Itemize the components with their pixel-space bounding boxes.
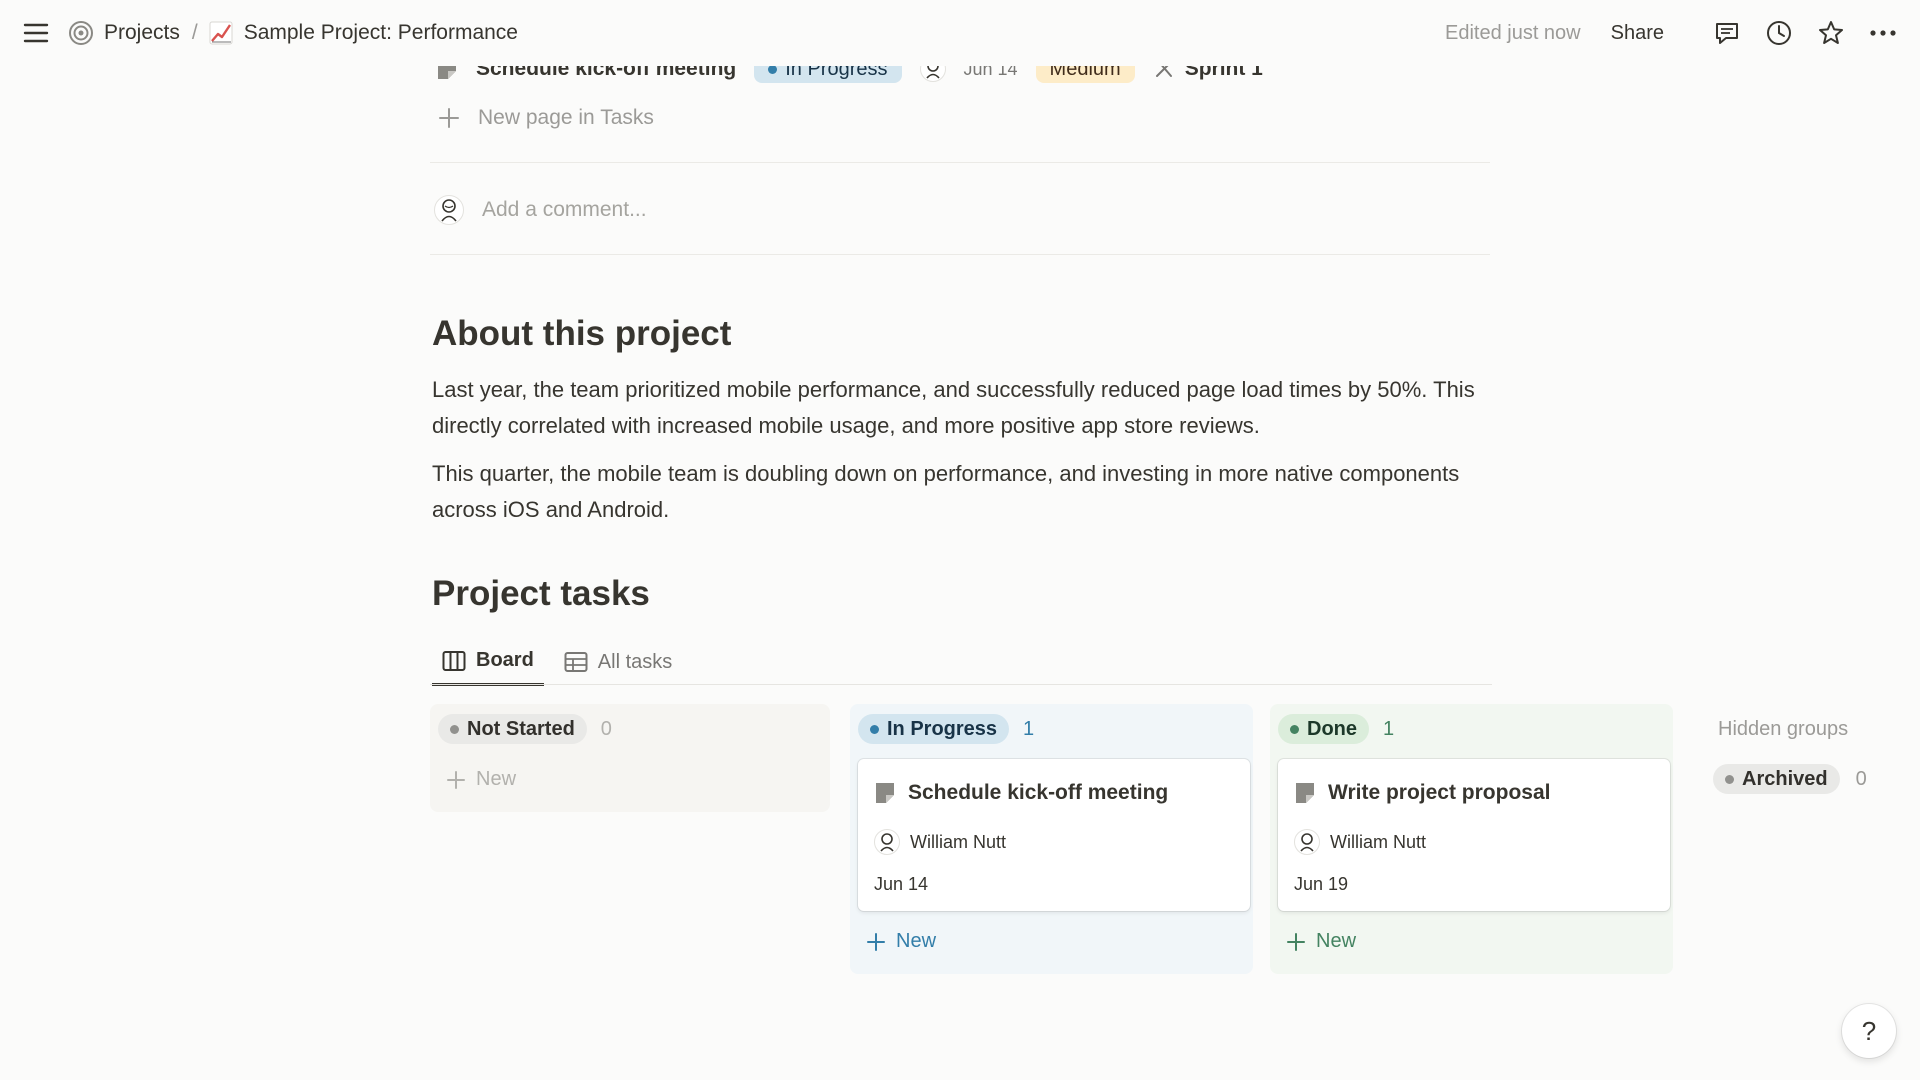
new-label: New — [896, 930, 937, 952]
about-paragraph-1: Last year, the team prioritized mobile p… — [432, 377, 1475, 438]
new-card-button[interactable]: New — [1286, 930, 1356, 953]
card-date: Jun 19 — [1294, 874, 1349, 894]
view-tabs: Board All tasks — [432, 638, 682, 686]
tab-board[interactable]: Board — [432, 638, 544, 686]
target-icon — [68, 20, 94, 46]
new-label: New — [1316, 930, 1357, 952]
plus-icon — [446, 770, 466, 790]
new-page-label: New page in Tasks — [478, 106, 654, 129]
divider — [430, 254, 1490, 255]
group-label: Not Started — [467, 717, 575, 740]
card-title-text: Schedule kick-off meeting — [908, 781, 1169, 804]
divider — [430, 162, 1490, 163]
tabs-divider — [430, 684, 1492, 685]
sidebar-menu-icon[interactable] — [22, 21, 50, 45]
group-label: Archived — [1742, 767, 1828, 790]
group-label: Done — [1307, 717, 1357, 740]
table-icon — [564, 651, 588, 673]
help-button[interactable]: ? — [1842, 1004, 1896, 1058]
history-clock-icon[interactable] — [1764, 18, 1794, 48]
page-icon — [1294, 781, 1316, 805]
status-dot — [1725, 774, 1734, 784]
group-tag[interactable]: Not Started — [438, 714, 587, 744]
board-column-done: Done 1 Write project proposal William Nu… — [1270, 704, 1673, 974]
edited-status: Edited just now — [1444, 21, 1581, 44]
status-dot — [870, 724, 879, 734]
breadcrumb-label: Sample Project: Performance — [243, 21, 518, 44]
new-card-button[interactable]: New — [446, 768, 516, 791]
new-page-in-tasks-button[interactable]: New page in Tasks — [438, 103, 654, 133]
question-mark-icon: ? — [1861, 1015, 1877, 1046]
avatar — [874, 829, 900, 855]
page-icon — [874, 781, 896, 805]
group-count: 0 — [1855, 767, 1867, 790]
group-count: 1 — [1023, 717, 1035, 740]
card-title: Write project proposal — [1294, 781, 1550, 805]
breadcrumb-separator: / — [191, 21, 198, 44]
group-tag[interactable]: Archived — [1713, 764, 1840, 794]
plus-icon — [438, 107, 460, 129]
tab-all-tasks[interactable]: All tasks — [554, 638, 682, 686]
task-card[interactable]: Write project proposal William Nutt Jun … — [1278, 759, 1670, 911]
avatar — [434, 195, 464, 225]
assignee-name: William Nutt — [910, 831, 1007, 852]
column-header: In Progress 1 — [858, 714, 1034, 744]
comment-input[interactable] — [482, 198, 1382, 222]
card-date: Jun 14 — [874, 874, 929, 894]
project-tasks-heading: Project tasks — [432, 574, 650, 613]
card-assignee: William Nutt — [874, 829, 1006, 855]
breadcrumb-projects[interactable]: Projects — [68, 20, 180, 46]
group-tag[interactable]: In Progress — [858, 714, 1010, 744]
group-count: 0 — [600, 717, 612, 740]
group-label: In Progress — [887, 717, 998, 740]
breadcrumb-label: Projects — [104, 21, 180, 44]
status-dot — [1290, 724, 1299, 734]
task-card[interactable]: Schedule kick-off meeting William Nutt J… — [858, 759, 1250, 911]
card-title: Schedule kick-off meeting — [874, 781, 1168, 805]
top-bar: Projects / Sample Project: Performance E… — [0, 0, 1920, 66]
board-column-in-progress: In Progress 1 Schedule kick-off meeting … — [850, 704, 1253, 974]
card-title-text: Write project proposal — [1328, 781, 1551, 804]
archived-group[interactable]: Archived 0 — [1713, 764, 1867, 794]
breadcrumb: Projects / Sample Project: Performance — [68, 18, 518, 48]
status-dot — [450, 724, 459, 734]
tab-label: Board — [476, 649, 534, 671]
about-paragraph-2: This quarter, the mobile team is doublin… — [432, 461, 1460, 522]
favorite-star-icon[interactable] — [1816, 18, 1846, 48]
new-label: New — [476, 768, 517, 790]
comment-row — [434, 192, 1382, 228]
about-heading: About this project — [432, 314, 732, 353]
more-options-icon[interactable] — [1868, 18, 1898, 48]
assignee-name: William Nutt — [1330, 831, 1427, 852]
tab-label: All tasks — [597, 650, 673, 673]
hidden-groups-label: Hidden groups — [1718, 718, 1849, 740]
group-tag[interactable]: Done — [1278, 714, 1369, 744]
chart-increasing-icon — [208, 20, 234, 46]
top-actions: Edited just now Share — [1445, 16, 1898, 50]
board-icon — [442, 650, 466, 672]
comments-icon[interactable] — [1712, 18, 1742, 48]
new-card-button[interactable]: New — [866, 930, 936, 953]
breadcrumb-current-page[interactable]: Sample Project: Performance — [208, 20, 518, 46]
group-count: 1 — [1383, 717, 1395, 740]
plus-icon — [1286, 932, 1306, 952]
board-column-not-started: Not Started 0 New — [430, 704, 830, 812]
card-assignee: William Nutt — [1294, 829, 1426, 855]
share-button[interactable]: Share — [1611, 22, 1664, 45]
column-header: Done 1 — [1278, 714, 1394, 744]
plus-icon — [866, 932, 886, 952]
column-header: Not Started 0 — [438, 714, 612, 744]
avatar — [1294, 829, 1320, 855]
